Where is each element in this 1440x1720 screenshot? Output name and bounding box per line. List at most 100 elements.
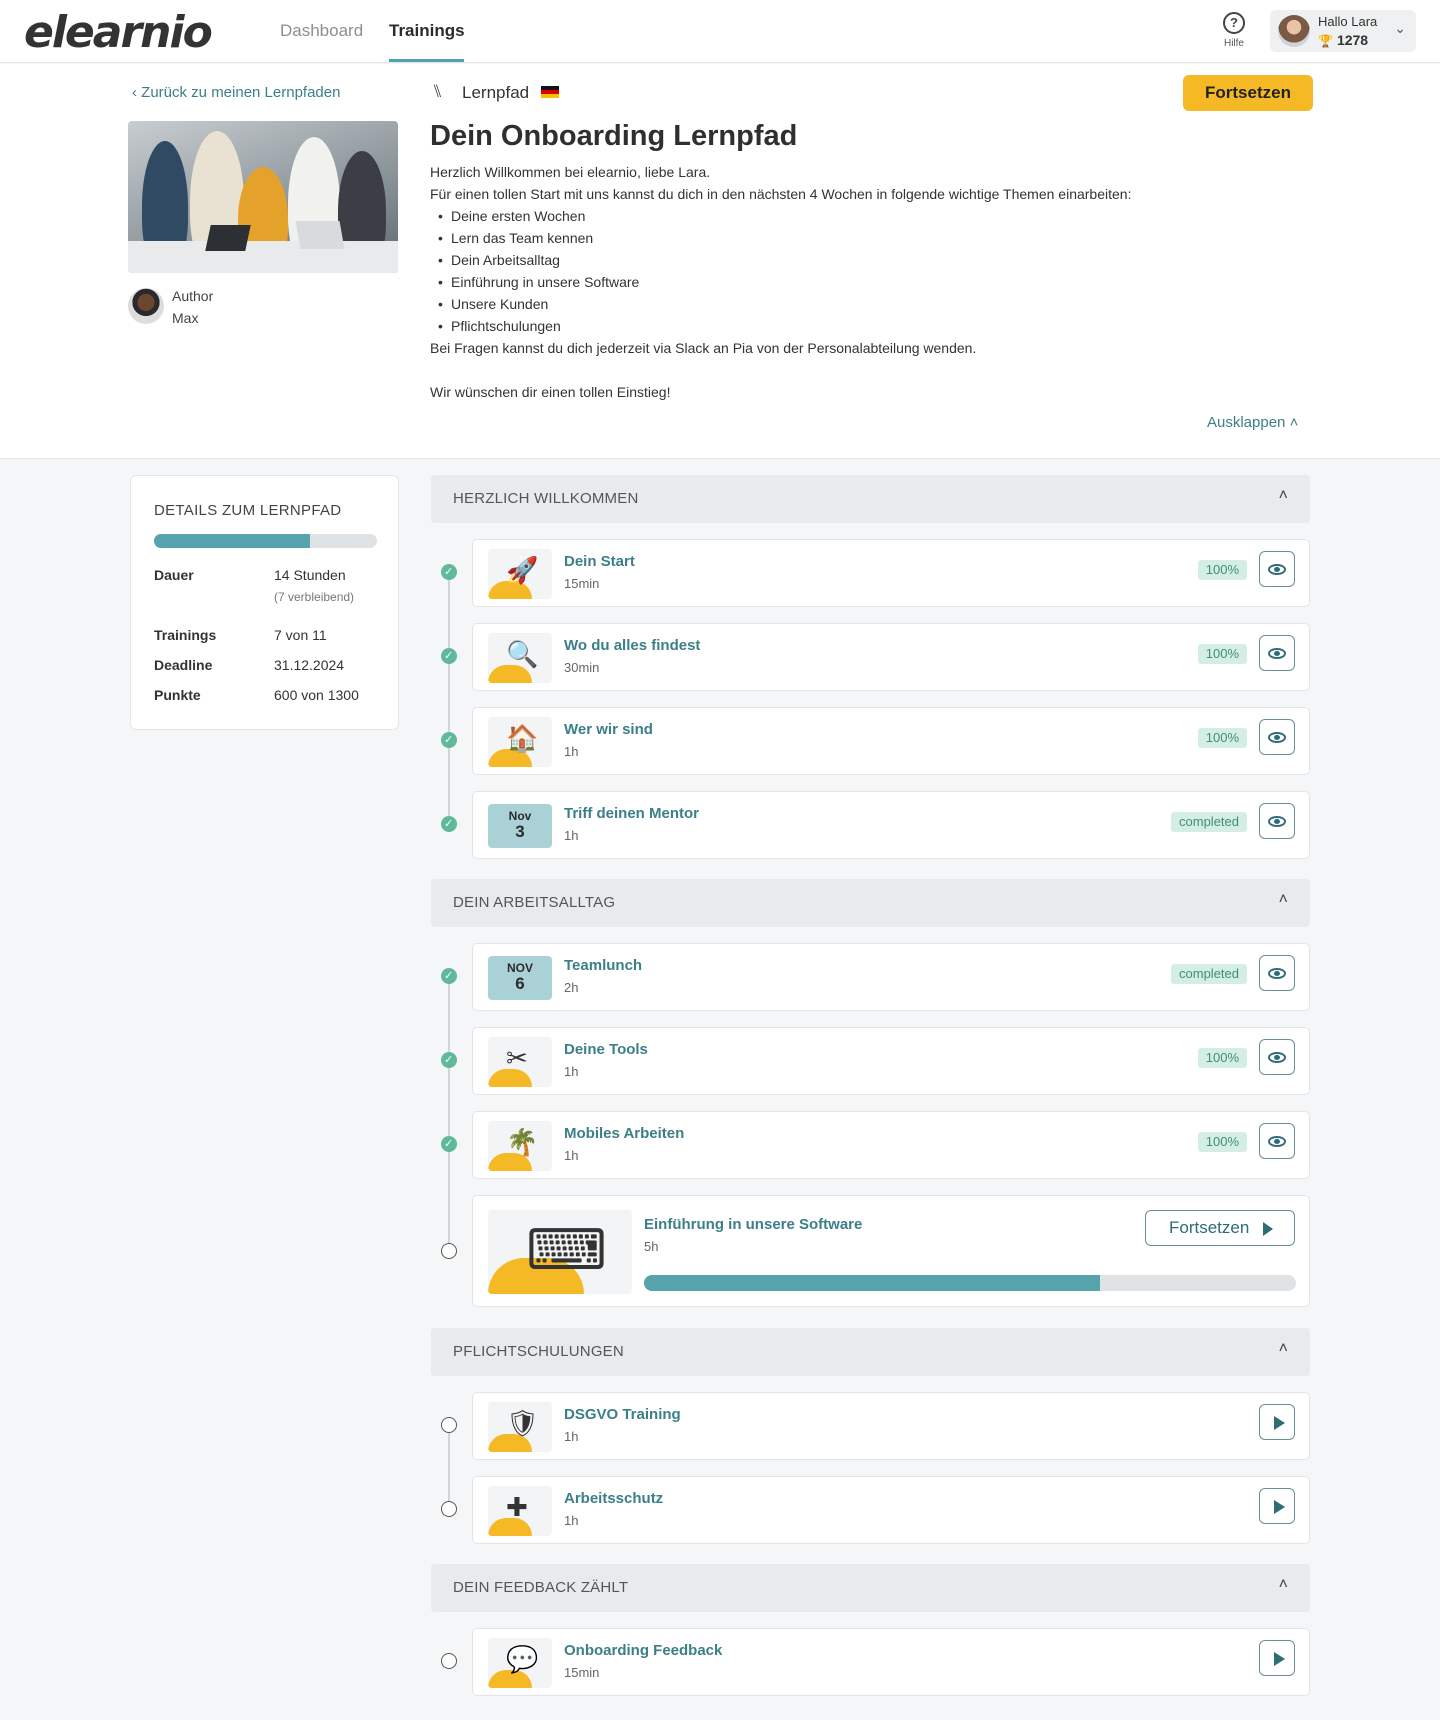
training-card[interactable]: ✂ Deine Tools 1h 100% [472, 1027, 1310, 1095]
learning-path-header: ‹ Zurück zu meinen Lernpfaden Author Max… [0, 64, 1440, 459]
duration-value: 14 Stunden [274, 567, 346, 583]
german-flag-icon [541, 86, 559, 98]
training-duration: 15min [564, 576, 600, 591]
eye-icon [1268, 1052, 1286, 1063]
tools-icon: ✂ [506, 1043, 528, 1073]
details-progress-fill [154, 534, 311, 548]
training-thumbnail: 🔍 [488, 633, 552, 683]
event-month: NOV [506, 961, 533, 975]
section-title: HERZLICH WILLKOMMEN [453, 490, 639, 507]
eye-icon [1268, 564, 1286, 575]
office-icon: 🏠 [506, 723, 539, 753]
training-duration: 1h [564, 1513, 579, 1528]
section-header-welcome[interactable]: HERZLICH WILLKOMMEN ˄ [431, 475, 1310, 523]
chevron-up-icon: ˄ [1285, 414, 1299, 431]
training-card[interactable]: 🔍 Wo du alles findest 30min 100% [472, 623, 1310, 691]
event-card[interactable]: NOV 6 Teamlunch 2h completed [472, 943, 1310, 1011]
active-tab-indicator [389, 59, 464, 62]
elearnio-logo[interactable]: elearnio [24, 8, 213, 58]
back-link[interactable]: ‹ Zurück zu meinen Lernpfaden [132, 84, 340, 101]
training-title: Onboarding Feedback [564, 1642, 723, 1659]
tab-dashboard[interactable]: Dashboard [280, 20, 363, 42]
topic-item: Dein Arbeitsalltag [430, 249, 1131, 271]
trainings-label: Trainings [154, 627, 217, 643]
eye-icon [1268, 732, 1286, 743]
training-card[interactable]: 🌴 Mobiles Arbeiten 1h 100% [472, 1111, 1310, 1179]
view-button[interactable] [1259, 955, 1295, 991]
continue-training-button[interactable]: Fortsetzen [1145, 1210, 1295, 1246]
completed-check-icon [441, 968, 457, 984]
section-header-mandatory[interactable]: PFLICHTSCHULUNGEN ˄ [431, 1328, 1310, 1376]
view-button[interactable] [1259, 803, 1295, 839]
eye-icon [1268, 968, 1286, 979]
section-title: DEIN FEEDBACK ZÄHLT [453, 1579, 629, 1596]
shield-cross-icon: ✚ [506, 1492, 528, 1522]
timeline-line [448, 1425, 450, 1509]
completed-check-icon [441, 1052, 457, 1068]
training-card[interactable]: 🚀 Dein Start 15min 100% [472, 539, 1310, 607]
event-day: 3 [515, 822, 525, 841]
learning-path-icon: ⑊ [432, 81, 443, 101]
start-button[interactable] [1259, 1404, 1295, 1440]
training-title: Mobiles Arbeiten [564, 1125, 685, 1142]
training-thumbnail: 🏠 [488, 717, 552, 767]
training-progress-bar [644, 1275, 1296, 1291]
author-label: Author [172, 288, 214, 304]
user-greeting: Hallo Lara [1318, 14, 1378, 29]
topic-list: Deine ersten Wochen Lern das Team kennen… [430, 205, 1131, 337]
training-card[interactable]: 🛡 DSGVO Training 1h [472, 1392, 1310, 1460]
chevron-up-icon: ˄ [1278, 1340, 1288, 1357]
training-card[interactable]: ✚ Arbeitsschutz 1h [472, 1476, 1310, 1544]
topic-item: Pflichtschulungen [430, 315, 1131, 337]
training-thumbnail: ✂ [488, 1037, 552, 1087]
training-card[interactable]: 💬 Onboarding Feedback 15min [472, 1628, 1310, 1696]
start-button[interactable] [1259, 1640, 1295, 1676]
shield-check-icon: 🛡 [506, 1408, 540, 1438]
training-title: DSGVO Training [564, 1406, 681, 1423]
topic-item: Unsere Kunden [430, 293, 1131, 315]
progress-badge: 100% [1197, 560, 1247, 580]
training-duration: 1h [564, 1064, 579, 1079]
help-button[interactable]: ? Hilfe [1218, 12, 1250, 49]
section-title: DEIN ARBEITSALLTAG [453, 894, 616, 911]
training-title: Arbeitsschutz [564, 1490, 664, 1507]
training-title: Wo du alles findest [564, 637, 701, 654]
view-button[interactable] [1259, 1039, 1295, 1075]
training-thumbnail: ✚ [488, 1486, 552, 1536]
training-title: Dein Start [564, 553, 635, 570]
intro-line: Herzlich Willkommen bei elearnio, liebe … [430, 164, 711, 180]
view-button[interactable] [1259, 635, 1295, 671]
training-thumbnail: 🌴 [488, 1121, 552, 1171]
training-thumbnail: 🚀 [488, 549, 552, 599]
chevron-up-icon: ˄ [1278, 1576, 1288, 1593]
progress-badge: 100% [1197, 1048, 1247, 1068]
event-card[interactable]: Nov 3 Triff deinen Mentor 1h completed [472, 791, 1310, 859]
trophy-icon: 🏆 [1318, 34, 1333, 48]
view-button[interactable] [1259, 719, 1295, 755]
content-type-label: Lernpfad [462, 83, 530, 102]
training-card-in-progress[interactable]: ⌨ Einführung in unsere Software 5h Forts… [472, 1195, 1310, 1307]
view-button[interactable] [1259, 551, 1295, 587]
help-label: Hilfe [1223, 38, 1244, 49]
start-button[interactable] [1259, 1488, 1295, 1524]
avatar [1278, 15, 1310, 47]
points-label: Punkte [154, 687, 201, 703]
progress-badge: 100% [1197, 728, 1247, 748]
view-button[interactable] [1259, 1123, 1295, 1159]
completed-check-icon [441, 648, 457, 664]
training-card[interactable]: 🏠 Wer wir sind 1h 100% [472, 707, 1310, 775]
tab-trainings[interactable]: Trainings [389, 20, 465, 42]
event-date: NOV 6 [488, 956, 552, 1000]
learning-path-description: Herzlich Willkommen bei elearnio, liebe … [430, 161, 1131, 403]
section-header-daily-work[interactable]: DEIN ARBEITSALLTAG ˄ [431, 879, 1310, 927]
expand-toggle[interactable]: Ausklappen ˄ [1207, 414, 1298, 431]
chevron-up-icon: ˄ [1278, 487, 1288, 504]
continue-button[interactable]: Fortsetzen [1183, 75, 1313, 111]
user-menu[interactable]: Hallo Lara 🏆 1278 ⌄ [1270, 10, 1416, 52]
section-header-feedback[interactable]: DEIN FEEDBACK ZÄHLT ˄ [431, 1564, 1310, 1612]
chevron-up-icon: ˄ [1278, 891, 1288, 908]
training-title: Wer wir sind [564, 721, 653, 738]
chevron-down-icon: ⌄ [1394, 20, 1406, 36]
rocket-icon: 🚀 [506, 555, 539, 585]
